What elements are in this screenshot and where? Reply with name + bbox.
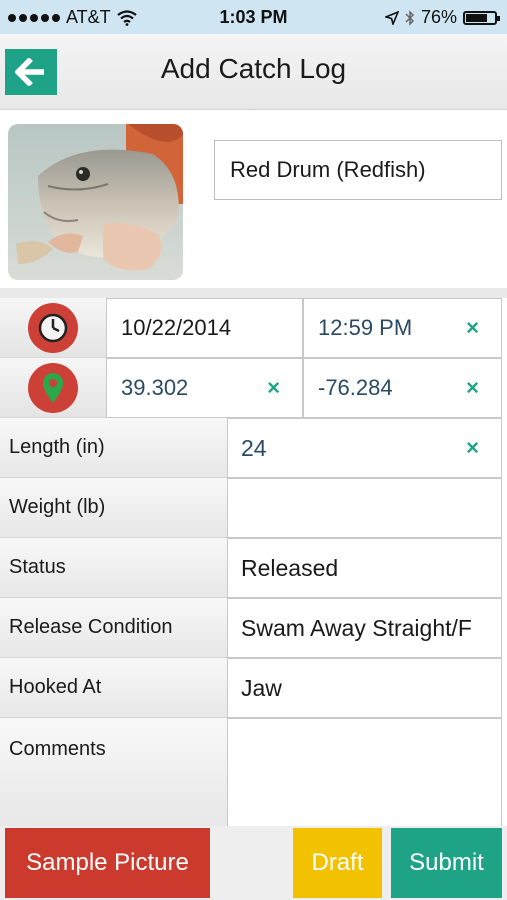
battery-icon <box>463 10 500 25</box>
battery-percent: 76% <box>420 7 457 27</box>
battery-level <box>466 13 487 22</box>
datetime-icon-cell <box>0 298 106 358</box>
location-arrow-icon <box>384 10 399 25</box>
hooked-at-label: Hooked At <box>0 658 227 718</box>
draft-button[interactable]: Draft <box>293 828 382 898</box>
section-divider <box>0 288 507 298</box>
status-bar: AT&T 1:03 PM 76% <box>0 0 507 34</box>
datetime-icon-badge <box>28 302 78 353</box>
status-right-group: 76% <box>384 7 500 28</box>
page-title: Add Catch Log <box>160 53 347 84</box>
nav-header: Add Catch Log <box>0 34 507 110</box>
date-field[interactable]: 10/22/2014 <box>106 298 303 358</box>
location-icon-cell <box>0 358 106 418</box>
weight-label: Weight (lb) <box>0 478 227 538</box>
length-field[interactable]: 24 × <box>227 418 502 478</box>
status-label: Status <box>0 538 227 598</box>
weight-field[interactable] <box>227 478 502 538</box>
species-field[interactable]: Red Drum (Redfish) <box>214 140 502 200</box>
latitude-field[interactable]: 39.302 × <box>106 358 303 418</box>
clear-time-icon[interactable]: × <box>466 299 479 357</box>
bluetooth-icon <box>405 9 415 26</box>
submit-button[interactable]: Submit <box>391 828 502 898</box>
clear-longitude-icon[interactable]: × <box>466 359 479 417</box>
fish-photo[interactable] <box>8 124 183 280</box>
map-pin-icon <box>43 372 63 403</box>
clear-length-icon[interactable]: × <box>466 419 479 477</box>
release-condition-field[interactable]: Swam Away Straight/F <box>227 598 502 658</box>
date-value: 10/22/2014 <box>121 315 232 340</box>
comments-label: Comments <box>0 718 227 828</box>
fish-image <box>8 124 183 280</box>
clear-latitude-icon[interactable]: × <box>267 359 280 417</box>
comments-field[interactable] <box>227 718 502 828</box>
hooked-at-field[interactable]: Jaw <box>227 658 502 718</box>
release-condition-label: Release Condition <box>0 598 227 658</box>
length-label: Length (in) <box>0 418 227 478</box>
status-field[interactable]: Released <box>227 538 502 598</box>
location-icon-badge <box>28 362 78 413</box>
time-field[interactable]: 12:59 PM × <box>303 298 502 358</box>
bottom-action-bar: Sample Picture Draft Submit <box>0 826 507 900</box>
clock-icon <box>38 313 68 342</box>
longitude-field[interactable]: -76.284 × <box>303 358 502 418</box>
sample-picture-button[interactable]: Sample Picture <box>5 828 210 898</box>
longitude-value: -76.284 <box>318 375 393 400</box>
time-value: 12:59 PM <box>318 315 413 340</box>
species-section: Red Drum (Redfish) <box>0 110 507 288</box>
length-value: 24 <box>241 435 267 461</box>
latitude-value: 39.302 <box>121 375 189 400</box>
